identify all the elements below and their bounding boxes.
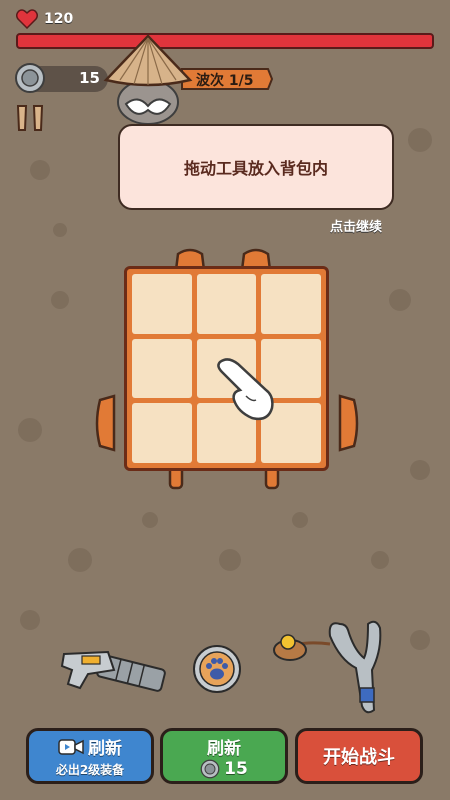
coin-amount: 15 xyxy=(79,69,100,87)
backpack-slot[interactable] xyxy=(196,274,257,334)
backpack-slot[interactable] xyxy=(132,274,192,334)
tap-to-continue[interactable]: 点击继续 xyxy=(330,216,382,235)
refresh-coin-cost: 15 xyxy=(224,758,248,779)
slingshot-icon[interactable] xyxy=(270,610,390,718)
backpack-slot[interactable] xyxy=(132,338,192,399)
tutorial-instruction: 拖动工具放入背包内 xyxy=(183,159,328,178)
tutorial-dialog[interactable]: 拖动工具放入背包内 xyxy=(118,124,394,210)
gatling-gun-icon[interactable] xyxy=(58,640,168,696)
coin-icon xyxy=(15,63,45,93)
start-battle-button[interactable]: 开始战斗 xyxy=(295,728,423,784)
video-camera-icon xyxy=(58,738,84,755)
character-icon xyxy=(103,34,193,125)
refresh-ad-button[interactable]: 刷新 必出2级装备 xyxy=(26,728,154,784)
heart-icon xyxy=(16,9,38,29)
refresh-coin-label: 刷新 xyxy=(207,738,241,759)
pause-button[interactable] xyxy=(14,104,46,132)
health-value: 120 xyxy=(44,11,74,27)
refresh-ad-label: 刷新 xyxy=(88,739,122,759)
pointing-hand-icon xyxy=(217,358,274,421)
refresh-ad-subtext: 必出2级装备 xyxy=(55,763,125,777)
paw-token-icon[interactable] xyxy=(192,644,242,694)
start-battle-label: 开始战斗 xyxy=(323,747,395,768)
backpack-slot[interactable] xyxy=(261,274,321,334)
health-bar xyxy=(16,33,434,49)
refresh-coin-button[interactable]: 刷新 15 xyxy=(160,728,288,784)
backpack-slot[interactable] xyxy=(132,403,192,463)
coin-icon xyxy=(200,759,220,778)
wave-label: 波次 1/5 xyxy=(196,73,254,89)
health-display: 120 xyxy=(16,8,73,30)
